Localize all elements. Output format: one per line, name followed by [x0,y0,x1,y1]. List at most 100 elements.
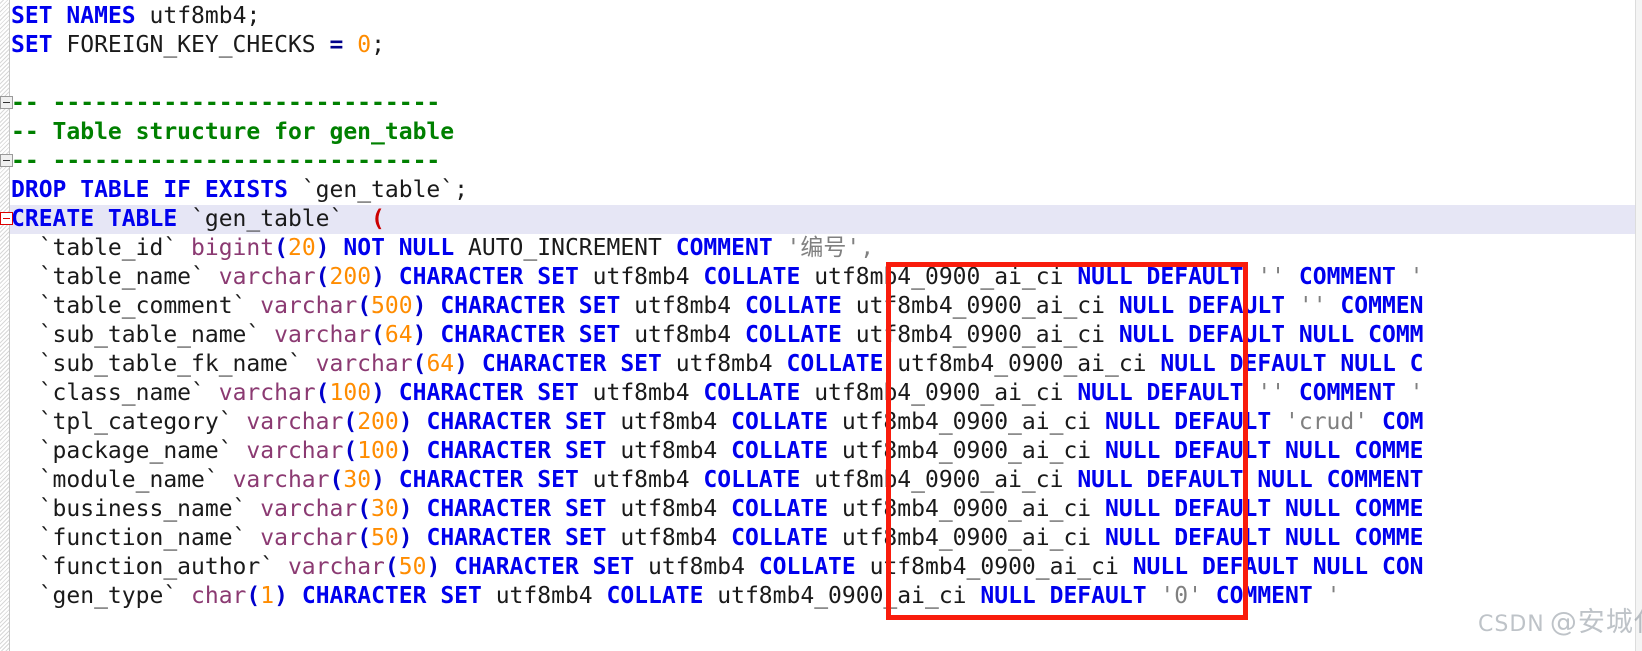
code-line[interactable]: -- ---------------------------- [0,89,440,118]
code-line[interactable]: `sub_table_name` varchar(64) CHARACTER S… [0,321,1424,350]
code-line[interactable]: `tpl_category` varchar(200) CHARACTER SE… [0,408,1424,437]
token-plain: utf8mb4_0900_ai_ci [855,554,1133,580]
token-paren: ( [329,467,344,493]
token-cmt: -- ---------------------------- [11,90,441,116]
token-num: 50 [398,554,427,580]
fold-toggle-icon[interactable] [0,212,13,225]
token-paren: ) [398,409,413,435]
token-kw: CHARACTER SET [301,583,482,609]
token-str: '' [1243,380,1286,406]
token-kw: COMMENT [1326,467,1424,493]
token-paren: ) [412,293,427,319]
code-line-text: `class_name` varchar(100) CHARACTER SET … [11,379,1424,408]
code-line-text: -- Table structure for gen_table [11,118,454,147]
code-line[interactable]: `table_name` varchar(200) CHARACTER SET … [0,263,1424,292]
code-area[interactable]: SET NAMES utf8mb4; SET FOREIGN_KEY_CHECKS… [0,0,1642,651]
code-line[interactable]: CREATE TABLE `gen_table` ( [0,205,1642,234]
code-line[interactable]: SET FOREIGN_KEY_CHECKS = 0; [0,31,385,60]
code-line[interactable]: -- Table structure for gen_table [0,118,454,147]
code-line-text: `sub_table_fk_name` varchar(64) CHARACTE… [11,350,1424,379]
code-line[interactable]: `function_name` varchar(50) CHARACTER SE… [0,524,1424,553]
code-line[interactable]: `sub_table_fk_name` varchar(64) CHARACTE… [0,350,1424,379]
vertical-scrollbar[interactable] [1635,0,1642,651]
token-num: 200 [357,409,399,435]
token-type: varchar [218,264,316,290]
code-line[interactable]: `module_name` varchar(30) CHARACTER SET … [0,466,1424,495]
code-line[interactable]: `gen_type` char(1) CHARACTER SET utf8mb4… [0,582,1341,611]
token-kw: CHARACTER SET [398,264,579,290]
token-str: '' [1243,264,1286,290]
token-plain: `sub_table_name` [11,322,275,348]
token-kw: CREATE TABLE [11,206,178,232]
token-redparen: ( [371,206,385,232]
code-line[interactable]: `table_id` bigint(20) NOT NULL AUTO_INCR… [0,234,874,263]
code-line-text: -- ---------------------------- [11,147,440,176]
token-plain: `table_id` [11,235,192,261]
token-kw: SET [11,3,53,29]
token-type: char [191,583,247,609]
code-line[interactable]: SET NAMES utf8mb4; [0,2,260,31]
token-plain: `table_name` [11,264,219,290]
token-str: '0' [1146,583,1202,609]
token-cmt: -- Table structure for gen_table [11,119,455,145]
token-plain: utf8mb4 [481,583,607,609]
token-paren: ( [315,264,330,290]
token-paren: ) [398,525,413,551]
token-kw: SET [11,32,53,58]
code-line[interactable]: DROP TABLE IF EXISTS `gen_table`; [0,176,468,205]
token-plain: utf8mb4 [661,351,787,377]
fold-toggle-icon[interactable] [0,96,13,109]
code-line[interactable]: -- ---------------------------- [0,147,440,176]
code-line[interactable]: `business_name` varchar(30) CHARACTER SE… [0,495,1424,524]
token-kw: CHARACTER SET [426,438,607,464]
token-plain: utf8mb4 [606,496,732,522]
token-plain: `module_name` [11,467,233,493]
code-line-text: `package_name` varchar(100) CHARACTER SE… [11,437,1424,466]
token-kw: NAMES [66,3,136,29]
token-plain: utf8mb4 [606,409,732,435]
token-kw: CHARACTER SET [426,409,607,435]
token-kw: COLLATE [703,467,801,493]
token-kw: NULL DEFAULT NULL [1160,351,1396,377]
token-kw: COLLATE [731,438,829,464]
token-kw: CHARACTER SET [440,322,621,348]
token-paren: ( [343,409,358,435]
code-line[interactable]: `class_name` varchar(100) CHARACTER SET … [0,379,1424,408]
code-line-text: `business_name` varchar(30) CHARACTER SE… [11,495,1424,524]
token-paren: ( [357,496,372,522]
sql-editor[interactable]: SET NAMES utf8mb4; SET FOREIGN_KEY_CHECKS… [0,0,1642,651]
token-plain: utf8mb4_0900_ai_ci [800,264,1078,290]
token-paren: ( [246,583,261,609]
code-line[interactable]: `table_comment` varchar(500) CHARACTER S… [0,292,1424,321]
token-type: varchar [315,351,413,377]
code-line[interactable]: `package_name` varchar(100) CHARACTER SE… [0,437,1424,466]
token-plain: utf8mb4 [620,322,745,348]
token-num: 0 [357,32,372,58]
token-kw: CHARACTER SET [426,496,607,522]
token-num: 50 [371,525,399,551]
code-line[interactable]: `function_author` varchar(50) CHARACTER … [0,553,1424,582]
token-plain: `tpl_category` [11,409,247,435]
token-plain: `gen_table` [177,206,372,232]
token-paren: ) [315,235,330,261]
code-line-text: SET NAMES utf8mb4; [11,2,260,31]
token-plain: utf8mb4_0900_ai_ci [800,467,1078,493]
token-kw: NOT NULL [343,235,455,261]
fold-toggle-icon[interactable] [0,154,13,167]
token-plain: `function_author` [11,554,288,580]
token-paren: ( [274,235,288,261]
token-kw: COLLATE [758,554,856,580]
code-line-text: DROP TABLE IF EXISTS `gen_table`; [11,176,468,205]
token-kw: COLLATE [786,351,884,377]
token-kw: CHARACTER SET [440,293,621,319]
token-kw: CON [1381,554,1424,580]
token-kw: COLLATE [744,322,842,348]
